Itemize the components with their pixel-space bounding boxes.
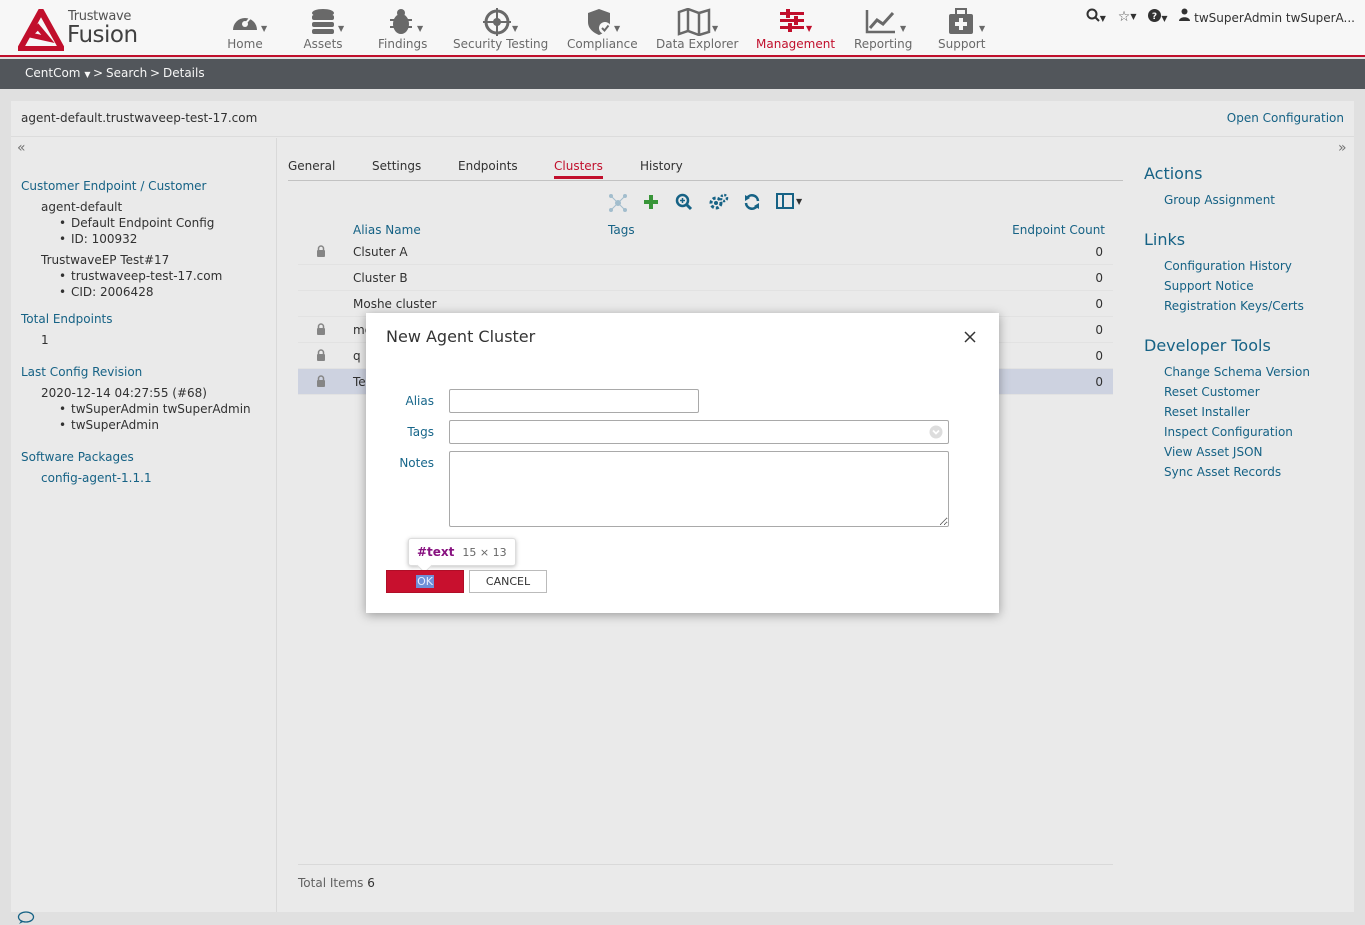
- notes-textarea[interactable]: [449, 451, 949, 527]
- alias-label: Alias: [405, 394, 434, 408]
- new-agent-cluster-dialog: New Agent Cluster Alias Tags Notes #text…: [366, 313, 999, 613]
- cancel-button[interactable]: CANCEL: [469, 570, 547, 593]
- dialog-title: New Agent Cluster: [386, 327, 536, 346]
- alias-input[interactable]: [449, 389, 699, 413]
- ok-button-label: OK: [416, 575, 434, 588]
- notes-label: Notes: [399, 456, 434, 470]
- tags-select[interactable]: [449, 420, 949, 444]
- tags-label: Tags: [407, 425, 434, 439]
- devtools-inspect-tooltip: #text 15 × 13: [408, 538, 516, 566]
- chevron-down-circle-icon[interactable]: [929, 425, 943, 439]
- tooltip-node-name: #text: [417, 545, 455, 559]
- close-icon[interactable]: [962, 329, 978, 345]
- tooltip-dimensions: 15 × 13: [462, 546, 507, 559]
- ok-button[interactable]: OK: [386, 570, 464, 593]
